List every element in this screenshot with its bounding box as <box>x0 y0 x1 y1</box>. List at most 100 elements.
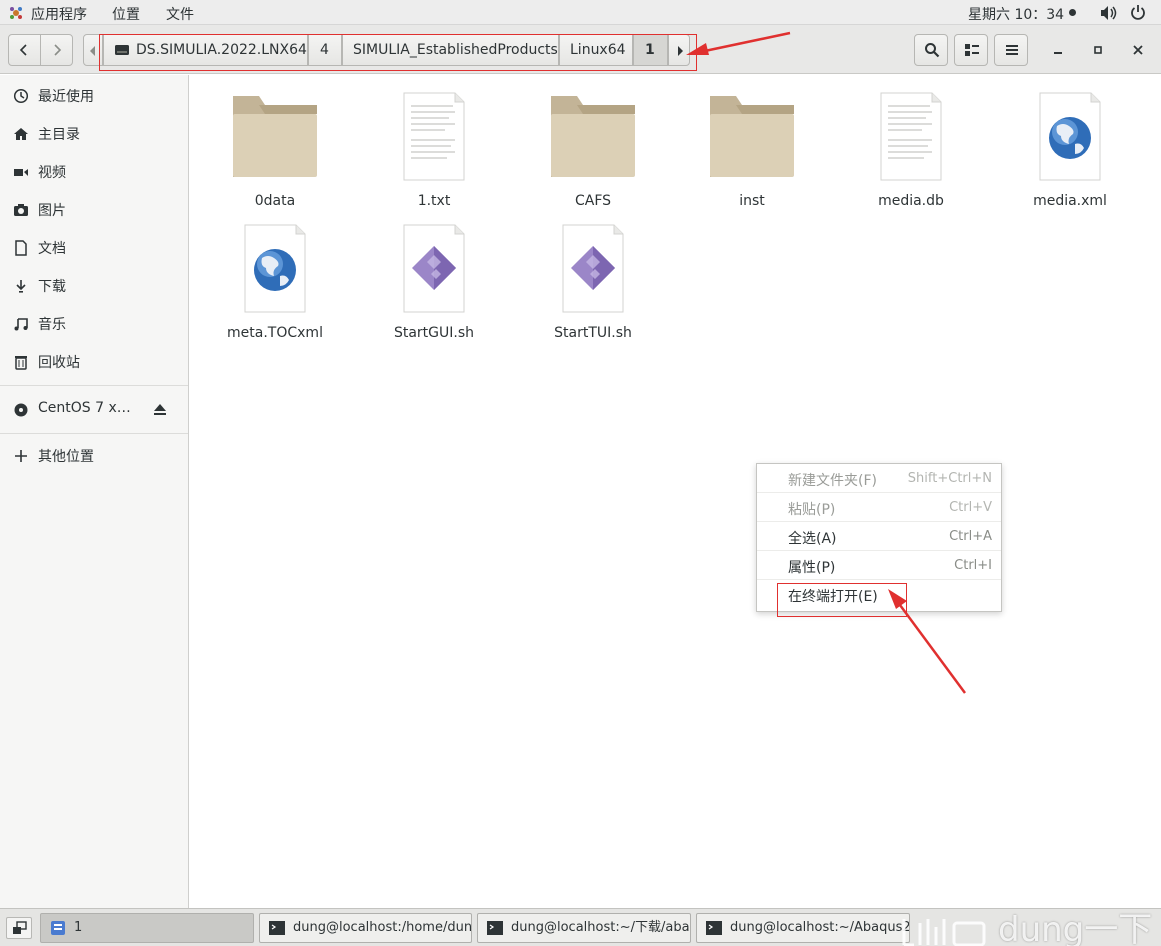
context-item-label: 新建文件夹(F) <box>788 473 877 489</box>
globe-file-icon <box>244 224 306 313</box>
file-name: 1.txt <box>417 193 451 209</box>
plus-icon <box>15 450 27 462</box>
sidebar-divider <box>0 433 188 434</box>
task-terminal-3[interactable]: dung@localhost:~/Abaqus2… <box>696 913 910 943</box>
folder-icon <box>233 96 317 177</box>
context-item-label: 粘贴(P) <box>788 502 836 518</box>
sidebar-item-label: 图片 <box>38 203 66 219</box>
clock-indicator <box>1069 9 1076 16</box>
globe-file-icon <box>1039 92 1101 181</box>
sidebar-item-trash[interactable]: 回收站 <box>0 343 188 379</box>
task-file-manager[interactable]: 1 <box>40 913 254 943</box>
file-item-media-db[interactable]: media.db <box>846 92 976 214</box>
search-button[interactable] <box>914 34 948 66</box>
menu-applications[interactable]: 应用程序 <box>31 4 87 24</box>
task-label: dung@localhost:~/Abaqus2… <box>730 920 910 935</box>
sidebar-item-label: 主目录 <box>38 127 80 143</box>
file-item-media-xml[interactable]: media.xml <box>1005 92 1135 214</box>
clock-icon <box>13 88 29 104</box>
applications-icon[interactable] <box>8 5 24 21</box>
forward-button[interactable] <box>40 34 73 66</box>
script-file-icon <box>403 224 465 313</box>
sidebar-item-label: CentOS 7 x… <box>38 400 131 416</box>
folder-icon <box>551 96 635 177</box>
file-name: StartTUI.sh <box>554 325 632 341</box>
document-icon <box>15 240 27 256</box>
context-item-shortcut: Ctrl+I <box>954 558 992 573</box>
menu-file[interactable]: 文件 <box>166 4 194 24</box>
hamburger-icon <box>1006 45 1018 55</box>
file-item-cafs[interactable]: CAFS <box>528 92 658 214</box>
text-file-icon <box>880 92 942 181</box>
close-icon[interactable] <box>1131 43 1145 57</box>
annotation-highlight-path <box>99 34 697 71</box>
top-panel: 应用程序 位置 文件 星期六 10：34 <box>0 0 1161 25</box>
context-item-shortcut: Shift+Ctrl+N <box>907 471 992 486</box>
file-item-starttui-sh[interactable]: StartTUI.sh <box>528 224 658 346</box>
music-icon <box>14 318 28 331</box>
sidebar-item-label: 音乐 <box>38 317 66 333</box>
sidebar-item-other-locations[interactable]: 其他位置 <box>0 437 188 473</box>
volume-icon[interactable] <box>1100 5 1118 21</box>
trash-icon <box>15 356 27 370</box>
bilibili-logo-icon <box>902 918 986 946</box>
back-button[interactable] <box>8 34 41 66</box>
download-icon <box>16 280 26 293</box>
sidebar-divider <box>0 385 188 386</box>
context-item-label: 全选(A) <box>788 531 837 547</box>
sidebar-item-label: 视频 <box>38 165 66 181</box>
task-label: dung@localhost:~/下载/aba… <box>511 920 691 935</box>
context-item-new-folder[interactable]: 新建文件夹(F) Shift+Ctrl+N <box>757 464 1001 493</box>
text-file-icon <box>403 92 465 181</box>
context-item-paste[interactable]: 粘贴(P) Ctrl+V <box>757 493 1001 522</box>
video-icon <box>14 169 28 176</box>
sidebar-item-label: 其他位置 <box>38 449 94 465</box>
sidebar-item-home[interactable]: 主目录 <box>0 115 188 151</box>
minimize-icon[interactable] <box>1051 43 1065 57</box>
sidebar-item-centos[interactable]: CentOS 7 x… <box>0 391 188 427</box>
file-name: media.xml <box>1033 193 1107 209</box>
show-desktop-button[interactable] <box>6 917 32 939</box>
file-name: inst <box>739 193 765 209</box>
clock[interactable]: 星期六 10：34 <box>968 4 1064 24</box>
view-toggle-button[interactable] <box>954 34 988 66</box>
file-item-1-txt[interactable]: 1.txt <box>369 92 499 214</box>
sidebar-item-videos[interactable]: 视频 <box>0 153 188 189</box>
context-item-properties[interactable]: 属性(P) Ctrl+I <box>757 551 1001 580</box>
camera-icon <box>14 204 28 216</box>
power-icon[interactable] <box>1130 4 1146 20</box>
terminal-icon <box>269 921 285 935</box>
context-item-shortcut: Ctrl+V <box>949 500 992 515</box>
context-item-select-all[interactable]: 全选(A) Ctrl+A <box>757 522 1001 551</box>
sidebar-item-music[interactable]: 音乐 <box>0 305 188 341</box>
menu-places[interactable]: 位置 <box>112 4 140 24</box>
sidebar-item-label: 下载 <box>38 279 66 295</box>
file-item-meta-tocxml[interactable]: meta.TOCxml <box>210 224 340 346</box>
eject-icon[interactable] <box>153 403 167 416</box>
file-manager-icon <box>51 921 65 935</box>
file-name: CAFS <box>574 193 612 209</box>
sidebar-item-documents[interactable]: 文档 <box>0 229 188 265</box>
file-name: media.db <box>878 193 944 209</box>
file-name: meta.TOCxml <box>227 325 323 341</box>
task-label: 1 <box>74 920 83 935</box>
sidebar-item-recent[interactable]: 最近使用 <box>0 77 188 113</box>
terminal-icon <box>487 921 503 935</box>
task-terminal-1[interactable]: dung@localhost:/home/dun… <box>259 913 472 943</box>
hamburger-menu-button[interactable] <box>994 34 1028 66</box>
sidebar-item-downloads[interactable]: 下载 <box>0 267 188 303</box>
file-item-startgui-sh[interactable]: StartGUI.sh <box>369 224 499 346</box>
annotation-highlight-terminal <box>777 583 907 617</box>
sidebar: 最近使用 主目录 视频 图片 文档 下载 音乐 回收站 CentOS 7 x… … <box>0 75 189 908</box>
file-item-inst[interactable]: inst <box>687 92 817 214</box>
list-view-icon <box>965 44 979 56</box>
task-terminal-2[interactable]: dung@localhost:~/下载/aba… <box>477 913 691 943</box>
file-item-0data[interactable]: 0data <box>210 92 340 214</box>
search-icon <box>925 43 940 58</box>
file-name: StartGUI.sh <box>393 325 475 341</box>
task-label: dung@localhost:/home/dun… <box>293 920 472 935</box>
chevron-right-icon <box>54 44 62 56</box>
maximize-icon[interactable] <box>1091 43 1105 57</box>
sidebar-item-pictures[interactable]: 图片 <box>0 191 188 227</box>
arrow-left-icon <box>90 46 95 56</box>
